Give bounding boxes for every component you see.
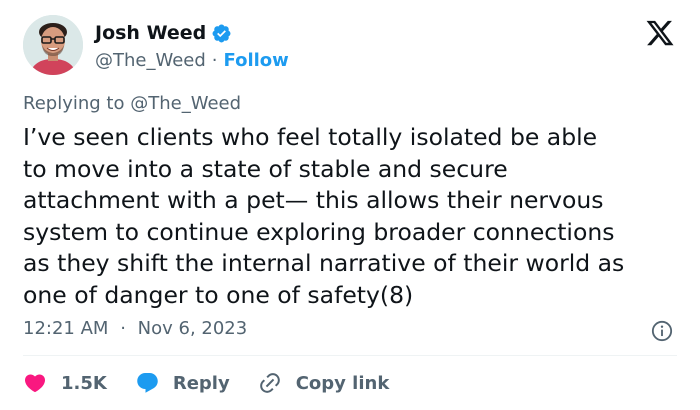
info-icon[interactable] — [651, 320, 673, 342]
copy-link-label: Copy link — [295, 372, 390, 394]
reply-label: Reply — [172, 372, 230, 394]
author-name[interactable]: Josh Weed — [95, 22, 206, 44]
link-icon — [259, 373, 280, 393]
author-name-row: Josh Weed — [95, 20, 289, 46]
copy-link-button[interactable]: Copy link — [258, 371, 390, 395]
handle-separator: · — [211, 49, 218, 71]
reply-bubble-icon — [137, 373, 158, 393]
tweet-text-line: I’ve seen clients who feel totally isola… — [23, 123, 598, 151]
verified-badge-icon[interactable] — [211, 23, 232, 44]
tweet-text-line: as they shift the internal narrative of … — [23, 249, 625, 277]
like-button[interactable]: 1.5K — [23, 371, 107, 395]
avatar[interactable] — [23, 15, 83, 75]
like-count: 1.5K — [61, 372, 107, 394]
tweet-text-line: system to continue exploring broader con… — [23, 217, 615, 246]
replying-prefix: Replying to — [23, 93, 125, 114]
replying-to: Replying to @The_Weed — [23, 93, 241, 114]
avatar-image — [23, 15, 83, 75]
tweet-text-line: one of danger to one of safety(8) — [23, 280, 414, 309]
follow-button[interactable]: Follow — [224, 50, 289, 71]
tweet-text-line: to move into a state of stable and secur… — [23, 154, 508, 183]
heart-icon — [24, 374, 46, 393]
author-handle[interactable]: @The_Weed — [95, 50, 206, 71]
timestamp-separator: · — [120, 318, 126, 339]
divider — [23, 355, 677, 356]
tweet-text: I’ve seen clients who feel totally isola… — [23, 122, 683, 311]
timestamp[interactable]: 12:21 AM · Nov 6, 2023 — [23, 318, 247, 339]
replying-handle[interactable]: @The_Weed — [130, 93, 241, 114]
tweet-date: Nov 6, 2023 — [137, 318, 248, 339]
reply-button[interactable]: Reply — [135, 371, 230, 395]
tweet-text-line: attachment with a pet— this allows their… — [23, 186, 604, 214]
x-logo-icon[interactable] — [645, 18, 675, 48]
tweet-time: 12:21 AM — [23, 318, 109, 339]
handle-row: @The_Weed · Follow — [95, 47, 289, 73]
tweet-card: Josh Weed @The_Weed · Follow Replying to… — [0, 0, 700, 410]
action-bar: 1.5K Reply Copy link — [23, 368, 417, 398]
author-block: Josh Weed @The_Weed · Follow — [95, 20, 289, 73]
